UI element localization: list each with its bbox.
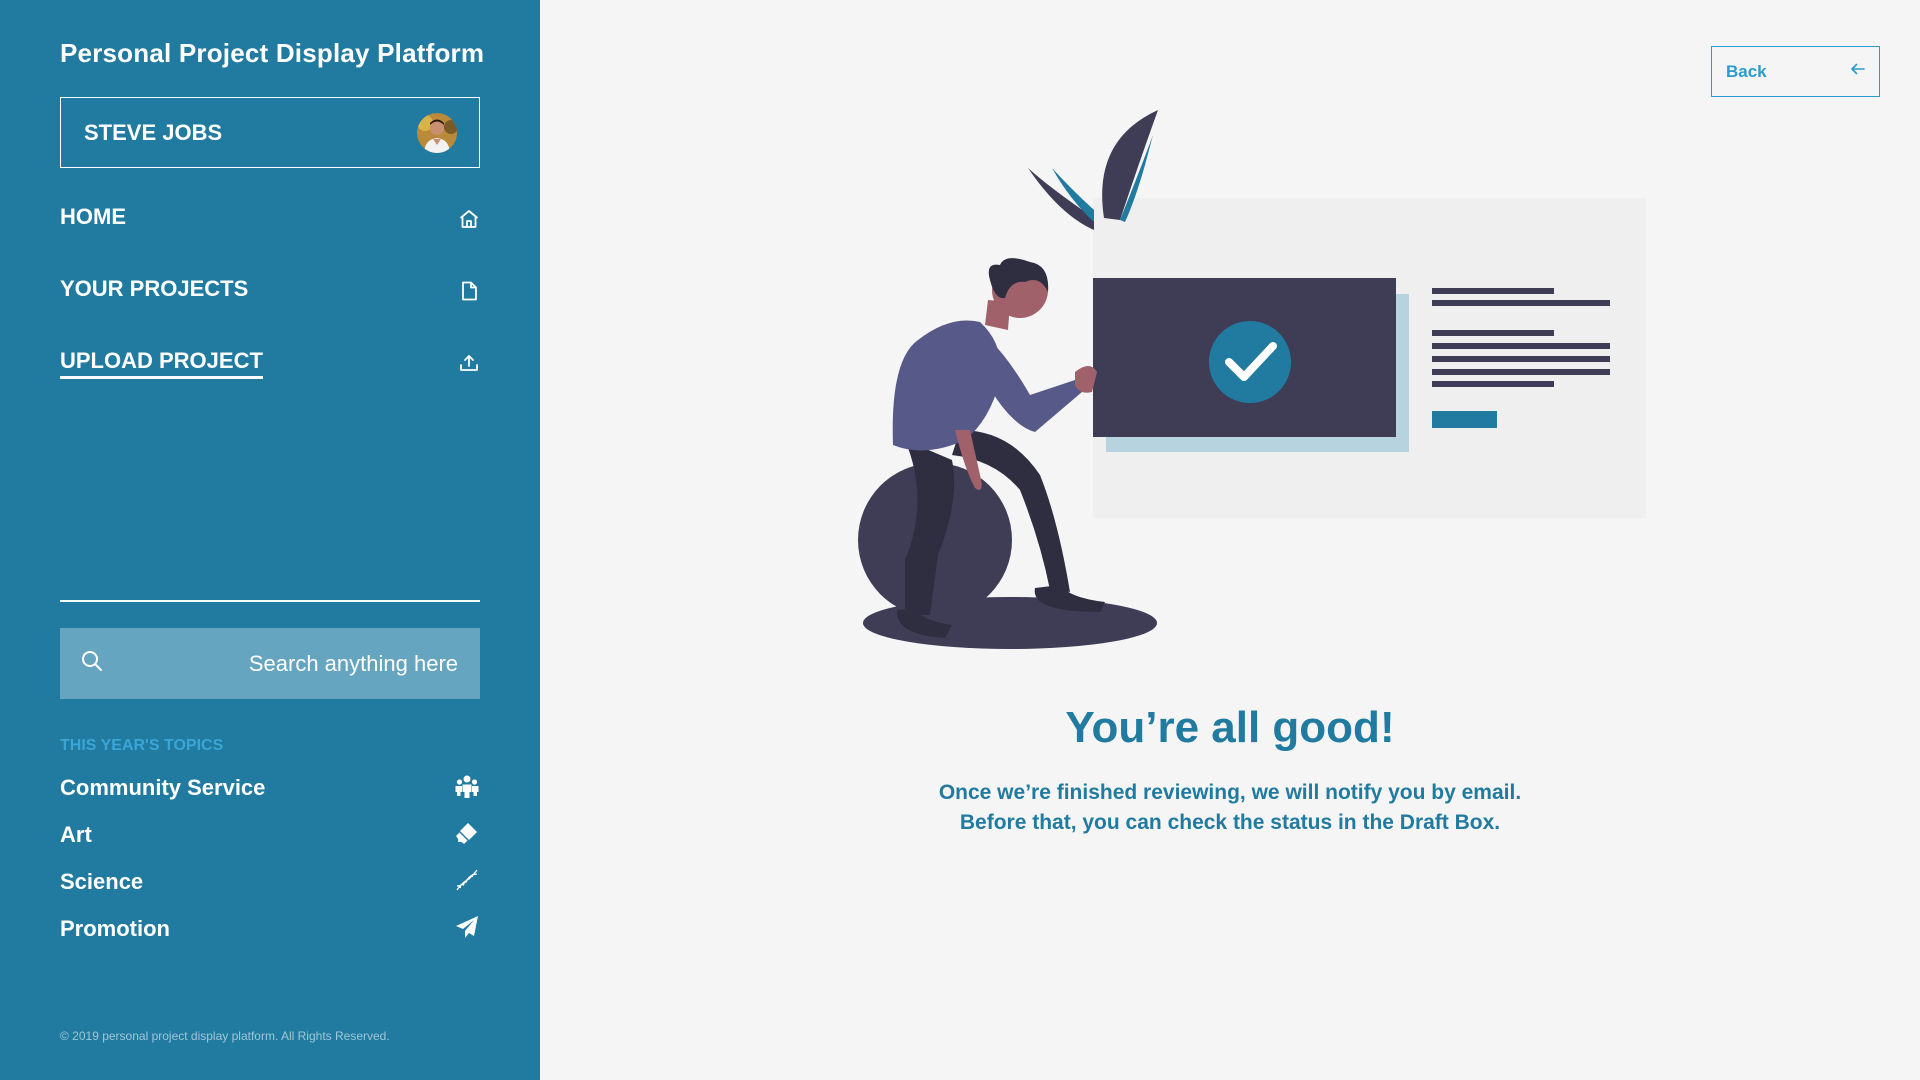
nav-your-projects-label: YOUR PROJECTS (60, 276, 249, 301)
dna-icon (454, 867, 480, 898)
topic-label: Science (60, 869, 144, 894)
topic-label: Art (60, 822, 92, 847)
topic-science[interactable]: Science (60, 865, 480, 899)
sidebar: Personal Project Display Platform STEVE … (0, 0, 540, 1080)
topics-heading: THIS YEAR'S TOPICS (60, 737, 224, 754)
success-headline: You’re all good! (1065, 703, 1395, 752)
user-profile[interactable]: STEVE JOBS (60, 97, 480, 168)
topic-label: Promotion (60, 916, 170, 941)
search-icon (80, 649, 104, 678)
back-button[interactable]: Back (1711, 46, 1880, 97)
nav-home[interactable]: HOME (60, 199, 480, 239)
copyright-footer: © 2019 personal project display platform… (60, 1029, 390, 1043)
nav-upload-project-label: UPLOAD PROJECT (60, 348, 263, 379)
search-placeholder: Search anything here (248, 650, 458, 676)
nav-upload-project[interactable]: UPLOAD PROJECT (60, 343, 480, 383)
upload-icon (458, 352, 480, 374)
paintbrush-icon (454, 820, 480, 851)
avatar[interactable] (417, 112, 457, 153)
topic-promotion[interactable]: Promotion (60, 912, 480, 946)
topic-label: Community Service (60, 775, 266, 800)
success-illustration (855, 108, 1650, 653)
sidebar-divider (60, 600, 480, 602)
user-name: STEVE JOBS (84, 119, 223, 145)
document-icon (458, 280, 480, 302)
success-message-line2: Before that, you can check the status in… (959, 811, 1501, 834)
people-icon (454, 773, 480, 804)
arrow-left-icon (1849, 60, 1867, 83)
search-input[interactable]: Search anything here (60, 628, 480, 699)
nav-home-label: HOME (60, 204, 126, 229)
success-message-line1: Once we’re finished reviewing, we will n… (938, 781, 1522, 804)
topic-art[interactable]: Art (60, 818, 480, 852)
home-icon (458, 208, 480, 230)
app-title: Personal Project Display Platform (60, 38, 485, 68)
back-label: Back (1726, 61, 1767, 81)
topic-community-service[interactable]: Community Service (60, 771, 480, 805)
nav-your-projects[interactable]: YOUR PROJECTS (60, 271, 480, 311)
paper-plane-icon (454, 914, 480, 945)
